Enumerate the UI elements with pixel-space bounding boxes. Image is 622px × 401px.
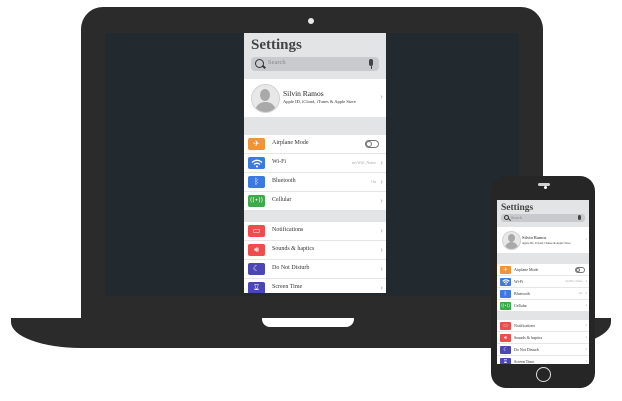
chevron-right-icon: ›: [585, 335, 587, 340]
moon-icon: ☾: [248, 263, 265, 275]
bluetooth-icon: ᛒ: [248, 176, 265, 188]
chevron-right-icon: ›: [585, 303, 587, 308]
settings-row-sounds[interactable]: 🔊︎ Sounds & haptics ›: [497, 332, 589, 344]
cellular-icon: ((•)): [500, 301, 511, 310]
moon-icon: ☾: [500, 345, 511, 354]
chevron-right-icon: ›: [585, 323, 587, 328]
row-label: Wi-Fi: [272, 159, 287, 165]
phone-camera: [544, 186, 547, 189]
phone-home-button[interactable]: [536, 367, 551, 382]
laptop-camera: [308, 18, 314, 24]
phone-settings-app: Settings Search Silvin Ramos Apple ID, i…: [497, 200, 589, 364]
bluetooth-icon: ᛒ: [500, 289, 511, 298]
row-label: Wi-Fi: [514, 279, 524, 284]
hourglass-icon: ⌛︎: [500, 357, 511, 364]
cellular-icon: ((•)): [248, 195, 265, 207]
chevron-right-icon: ›: [380, 264, 383, 273]
row-value: On: [578, 292, 582, 295]
search-input[interactable]: Search: [251, 57, 379, 71]
notifications-group: ▭ Notifications › 🔊︎ Sounds & haptics › …: [497, 320, 589, 364]
chevron-right-icon: ›: [585, 237, 587, 242]
settings-row-bluetooth[interactable]: ᛒ Bluetooth On ›: [497, 288, 589, 300]
avatar: [251, 84, 280, 113]
sound-icon: 🔊︎: [248, 244, 265, 256]
profile-name: Silvin Ramos: [283, 89, 324, 98]
row-label: Sounds & haptics: [514, 335, 543, 340]
page-title: Settings: [251, 37, 302, 53]
settings-row-airplane-mode[interactable]: ✈ Airplane Mode: [497, 264, 589, 276]
row-label: Do Not Disturb: [272, 265, 310, 271]
settings-row-sounds[interactable]: 🔊︎ Sounds & haptics ›: [244, 241, 386, 260]
airplane-mode-toggle[interactable]: [365, 140, 379, 148]
search-icon: [255, 59, 264, 68]
chevron-right-icon: ›: [585, 291, 587, 296]
row-label: Sounds & haptics: [272, 246, 315, 252]
row-label: Screen Time: [514, 359, 535, 364]
airplane-icon: ✈: [500, 265, 511, 274]
page-title: Settings: [501, 203, 534, 213]
airplane-icon: ✈: [248, 138, 265, 150]
row-label: Airplane Mode: [514, 267, 539, 272]
row-label: Do Not Disturb: [514, 347, 539, 352]
row-label: Notifications: [514, 323, 535, 328]
settings-row-airplane-mode[interactable]: ✈ Airplane Mode: [244, 135, 386, 154]
settings-row-screen-time[interactable]: ⌛︎ Screen Time ›: [497, 356, 589, 364]
row-label: Airplane Mode: [272, 140, 309, 146]
row-label: Cellular: [272, 197, 292, 203]
row-value: myWifi_Name: [352, 160, 376, 165]
chevron-right-icon: ›: [380, 196, 383, 205]
row-value: On: [371, 179, 376, 184]
search-placeholder: Search: [511, 215, 522, 220]
profile-subtitle: Apple ID, iCloud, iTunes & Apple Store: [522, 241, 571, 245]
search-icon: [504, 215, 509, 220]
settings-row-screen-time[interactable]: ⌛︎ Screen Time ›: [244, 279, 386, 293]
row-label: Bluetooth: [272, 178, 296, 184]
settings-row-do-not-disturb[interactable]: ☾ Do Not Disturb ›: [497, 344, 589, 356]
chevron-right-icon: ›: [585, 359, 587, 364]
notifications-icon: ▭: [500, 321, 511, 330]
chevron-right-icon: ›: [380, 226, 383, 235]
chevron-right-icon: ›: [585, 347, 587, 352]
settings-row-cellular[interactable]: ((•)) Cellular ›: [497, 300, 589, 311]
sound-icon: 🔊︎: [500, 333, 511, 342]
settings-row-bluetooth[interactable]: ᛒ Bluetooth On ›: [244, 173, 386, 192]
airplane-mode-toggle[interactable]: [575, 267, 585, 273]
chevron-right-icon: ›: [380, 245, 383, 254]
wifi-icon: [248, 157, 265, 169]
profile-subtitle: Apple ID, iCloud, iTunes & Apple Store: [283, 99, 356, 104]
notifications-icon: ▭: [248, 225, 265, 237]
search-placeholder: Search: [268, 59, 286, 66]
chevron-right-icon: ›: [380, 92, 383, 101]
connectivity-group: ✈ Airplane Mode Wi-Fi myWifi_Name › ᛒ Bl…: [497, 264, 589, 311]
notifications-group: ▭ Notifications › 🔊︎ Sounds & haptics › …: [244, 222, 386, 293]
connectivity-group: ✈ Airplane Mode Wi-Fi myWifi_Name › ᛒ Bl…: [244, 135, 386, 210]
profile-name: Silvin Ramos: [522, 235, 547, 240]
wifi-icon: [500, 277, 511, 286]
settings-row-do-not-disturb[interactable]: ☾ Do Not Disturb ›: [244, 260, 386, 279]
chevron-right-icon: ›: [380, 283, 383, 292]
profile-row[interactable]: Silvin Ramos Apple ID, iCloud, iTunes & …: [497, 227, 589, 253]
microphone-icon[interactable]: [578, 215, 581, 220]
chevron-right-icon: ›: [380, 177, 383, 186]
profile-row[interactable]: Silvin Ramos Apple ID, iCloud, iTunes & …: [244, 79, 386, 117]
settings-row-notifications[interactable]: ▭ Notifications ›: [244, 222, 386, 241]
laptop-notch: [262, 318, 354, 327]
settings-row-wifi[interactable]: Wi-Fi myWifi_Name ›: [497, 276, 589, 288]
search-input[interactable]: Search: [501, 214, 585, 222]
settings-row-cellular[interactable]: ((•)) Cellular ›: [244, 192, 386, 210]
avatar: [502, 231, 521, 250]
microphone-icon[interactable]: [369, 59, 373, 69]
row-label: Bluetooth: [514, 291, 530, 296]
row-label: Notifications: [272, 227, 304, 233]
row-value: myWifi_Name: [565, 280, 582, 283]
row-label: Screen Time: [272, 284, 303, 290]
chevron-right-icon: ›: [380, 158, 383, 167]
row-label: Cellular: [514, 303, 527, 308]
laptop-settings-app: Settings Search Silvin Ramos Apple ID, i…: [244, 33, 386, 293]
settings-row-notifications[interactable]: ▭ Notifications ›: [497, 320, 589, 332]
hourglass-icon: ⌛︎: [248, 282, 265, 293]
settings-row-wifi[interactable]: Wi-Fi myWifi_Name ›: [244, 154, 386, 173]
chevron-right-icon: ›: [585, 279, 587, 284]
